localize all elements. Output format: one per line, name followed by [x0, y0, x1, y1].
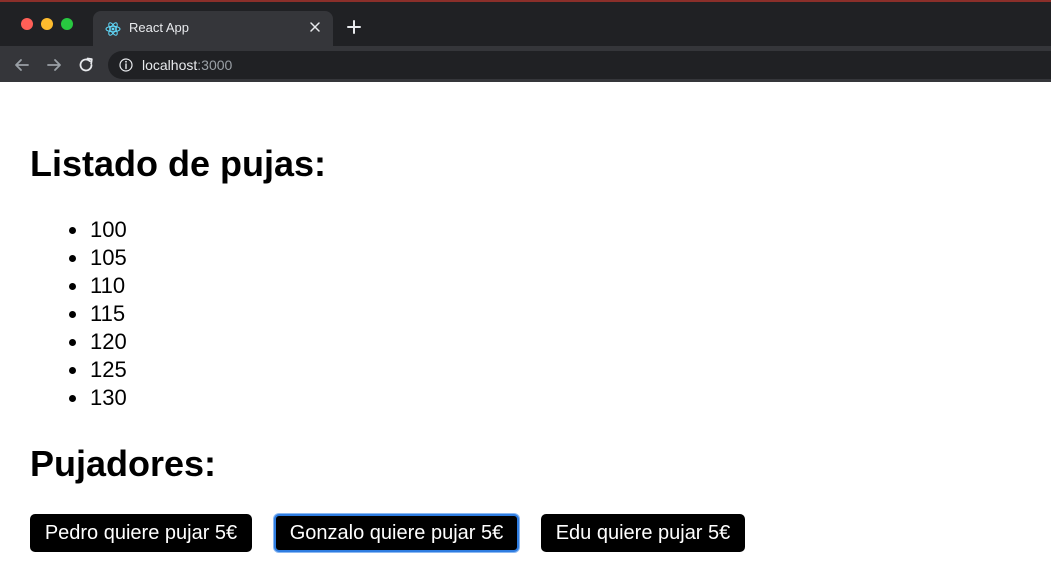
browser-chrome: React App localhost:3000: [0, 0, 1051, 84]
page-content: Listado de pujas: 100 105 110 115 120 12…: [0, 82, 1051, 566]
tab-react-app[interactable]: React App: [93, 11, 333, 46]
url-port: :3000: [197, 57, 233, 73]
pedro-bid-button[interactable]: Pedro quiere pujar 5€: [30, 514, 252, 552]
minimize-window-button[interactable]: [41, 18, 53, 30]
new-tab-icon[interactable]: [345, 18, 363, 36]
tab-title: React App: [129, 20, 189, 35]
site-info-icon[interactable]: [119, 58, 133, 72]
bid-item: 110: [69, 273, 126, 298]
bid-list: 100 105 110 115 120 125 130: [69, 216, 127, 412]
bidders-heading: Pujadores:: [30, 443, 217, 484]
back-arrow-icon[interactable]: [12, 55, 32, 75]
close-tab-icon[interactable]: [307, 19, 323, 35]
bid-item: 125: [69, 357, 127, 382]
close-window-button[interactable]: [21, 18, 33, 30]
bid-item: 105: [69, 245, 127, 270]
address-bar[interactable]: localhost:3000: [108, 51, 1051, 79]
tab-strip: React App: [0, 2, 1051, 46]
browser-toolbar: localhost:3000: [0, 46, 1051, 84]
bid-item: 115: [69, 301, 126, 326]
gonzalo-bid-button[interactable]: Gonzalo quiere pujar 5€: [274, 514, 519, 552]
url-text: localhost:3000: [142, 57, 232, 73]
url-host: localhost: [142, 57, 198, 73]
bid-item: 100: [69, 217, 127, 242]
reload-icon[interactable]: [76, 55, 96, 75]
bid-item: 120: [69, 329, 127, 354]
bid-item: 130: [69, 385, 127, 410]
edu-bid-button[interactable]: Edu quiere pujar 5€: [541, 514, 745, 552]
zoom-window-button[interactable]: [61, 18, 73, 30]
forward-arrow-icon[interactable]: [44, 55, 64, 75]
react-logo-icon: [105, 21, 121, 37]
bids-heading: Listado de pujas:: [30, 143, 327, 184]
